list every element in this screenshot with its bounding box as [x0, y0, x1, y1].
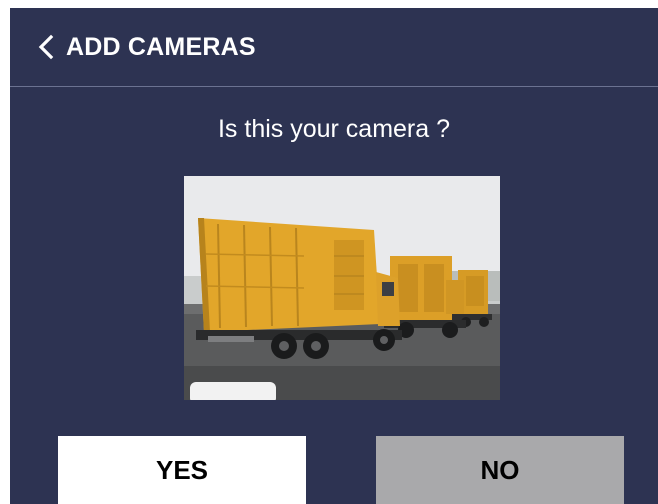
header-divider	[10, 86, 658, 87]
yes-button[interactable]: YES	[58, 436, 306, 504]
camera-snapshot-image	[184, 176, 500, 400]
no-button[interactable]: NO	[376, 436, 624, 504]
page-title: ADD CAMERAS	[66, 33, 256, 61]
header-bar[interactable]: ADD CAMERAS	[10, 8, 658, 86]
camera-question: Is this your camera ?	[217, 115, 451, 143]
chevron-left-icon[interactable]	[36, 34, 56, 60]
camera-snapshot-graphic	[184, 176, 500, 400]
add-cameras-screen: ADD CAMERAS Is this your camera ? YES NO	[10, 8, 658, 504]
